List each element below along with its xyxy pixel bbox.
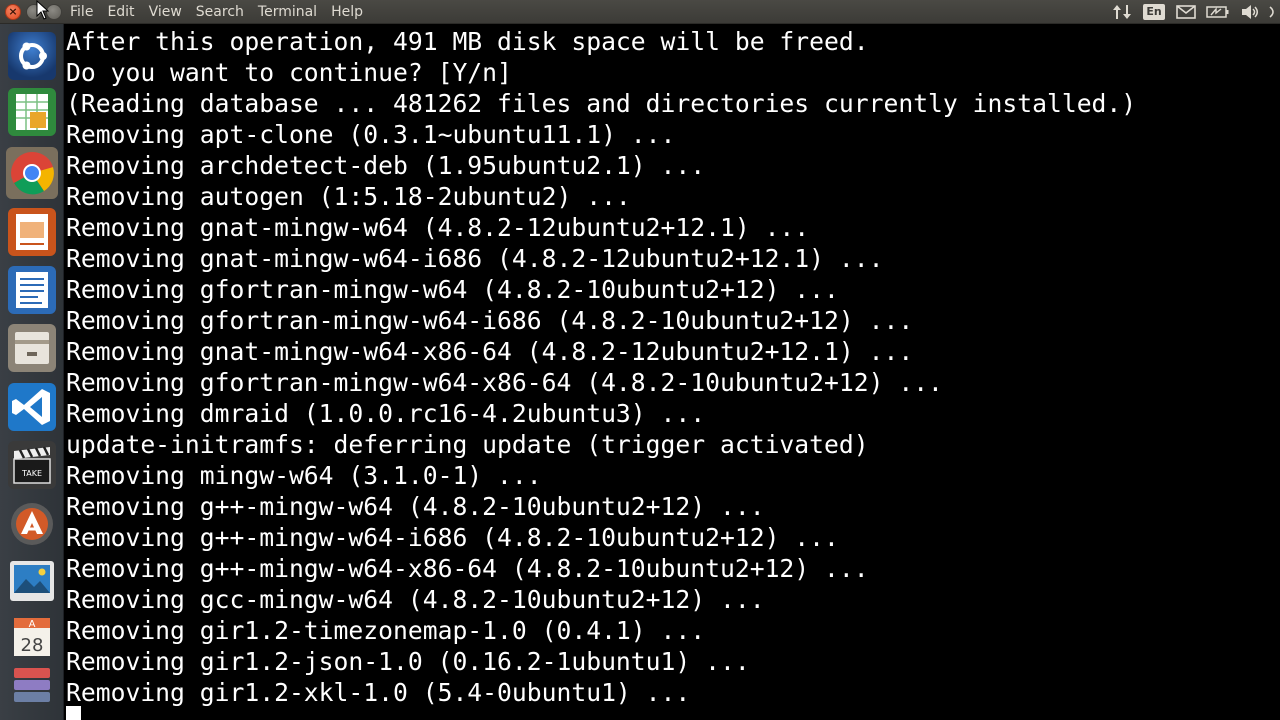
software-updater-icon[interactable] <box>6 498 58 550</box>
terminal-line: Removing gir1.2-json-1.0 (0.16.2-1ubuntu… <box>66 647 750 676</box>
volume-icon[interactable] <box>1234 0 1266 24</box>
terminal-line: After this operation, 491 MB disk space … <box>66 27 869 56</box>
terminal-line: Removing dmraid (1.0.0.rc16-4.2ubuntu3) … <box>66 399 706 428</box>
libreoffice-impress-icon[interactable] <box>6 206 58 258</box>
terminal-line: Removing gnat-mingw-w64 (4.8.2-12ubuntu2… <box>66 213 810 242</box>
ubuntu-dash-icon[interactable] <box>6 30 58 82</box>
terminal-line: Do you want to continue? [Y/n] <box>66 58 512 87</box>
terminal-line: Removing gir1.2-timezonemap-1.0 (0.4.1) … <box>66 616 706 645</box>
chrome-icon[interactable] <box>6 147 58 199</box>
terminal-line: Removing g++-mingw-w64 (4.8.2-10ubuntu2+… <box>66 492 765 521</box>
mouse-pointer-icon <box>36 0 50 20</box>
keyboard-layout-icon[interactable]: En <box>1138 0 1170 24</box>
video-editor-clapper-icon[interactable]: TAKE <box>6 439 58 491</box>
system-tray: En <box>1106 0 1280 24</box>
network-updown-icon[interactable] <box>1106 0 1138 24</box>
terminal-line: Removing g++-mingw-w64-x86-64 (4.8.2-10u… <box>66 554 869 583</box>
top-menu-bar: × File Edit View Search Terminal Help En <box>0 0 1280 24</box>
file-manager-icon[interactable] <box>6 322 58 374</box>
image-viewer-icon[interactable] <box>6 555 58 607</box>
battery-icon[interactable] <box>1202 0 1234 24</box>
terminal-line: Removing apt-clone (0.3.1~ubuntu11.1) ..… <box>66 120 676 149</box>
close-icon: × <box>8 5 18 18</box>
terminal-menu: File Edit View Search Terminal Help <box>63 0 370 24</box>
window-close-button[interactable]: × <box>5 4 21 20</box>
mail-icon[interactable] <box>1170 0 1202 24</box>
menu-file[interactable]: File <box>63 0 100 24</box>
terminal-line: Removing gfortran-mingw-w64 (4.8.2-10ubu… <box>66 275 839 304</box>
libreoffice-calc-icon[interactable] <box>6 86 58 138</box>
terminal-line: Removing gnat-mingw-w64-i686 (4.8.2-12ub… <box>66 244 884 273</box>
terminal-line: Removing gcc-mingw-w64 (4.8.2-10ubuntu2+… <box>66 585 765 614</box>
libreoffice-writer-icon[interactable] <box>6 264 58 316</box>
terminal-line: Removing g++-mingw-w64-i686 (4.8.2-10ubu… <box>66 523 839 552</box>
terminal-cursor <box>66 706 81 720</box>
svg-text:TAKE: TAKE <box>21 469 42 478</box>
menu-view[interactable]: View <box>142 0 189 24</box>
svg-text:A: A <box>29 619 36 630</box>
terminal-line: Removing gnat-mingw-w64-x86-64 (4.8.2-12… <box>66 337 914 366</box>
menu-search[interactable]: Search <box>189 0 251 24</box>
keyboard-layout-label: En <box>1143 4 1165 20</box>
calendar-icon[interactable]: 28 A <box>6 608 58 660</box>
terminal-line: Removing autogen (1:5.18-2ubuntu2) ... <box>66 182 631 211</box>
terminal-line: Removing gfortran-mingw-w64-x86-64 (4.8.… <box>66 368 943 397</box>
terminal-line: Removing gir1.2-xkl-1.0 (5.4-0ubuntu1) .… <box>66 678 691 707</box>
menu-terminal[interactable]: Terminal <box>251 0 324 24</box>
terminal-line: update-initramfs: deferring update (trig… <box>66 430 869 459</box>
terminal-line: Removing archdetect-deb (1.95ubuntu2.1) … <box>66 151 706 180</box>
vscode-icon[interactable] <box>6 381 58 433</box>
menu-edit[interactable]: Edit <box>100 0 141 24</box>
unity-launcher: TAKE 28 A <box>0 24 64 720</box>
app-stack-icon[interactable] <box>6 658 58 710</box>
session-menu-icon[interactable] <box>1266 0 1280 24</box>
terminal-line: (Reading database ... 481262 files and d… <box>66 89 1137 118</box>
calendar-day: 28 <box>21 635 44 656</box>
terminal-line: Removing mingw-w64 (3.1.0-1) ... <box>66 461 542 490</box>
terminal-line: Removing gfortran-mingw-w64-i686 (4.8.2-… <box>66 306 914 335</box>
menu-help[interactable]: Help <box>324 0 370 24</box>
terminal-output[interactable]: After this operation, 491 MB disk space … <box>64 24 1280 720</box>
